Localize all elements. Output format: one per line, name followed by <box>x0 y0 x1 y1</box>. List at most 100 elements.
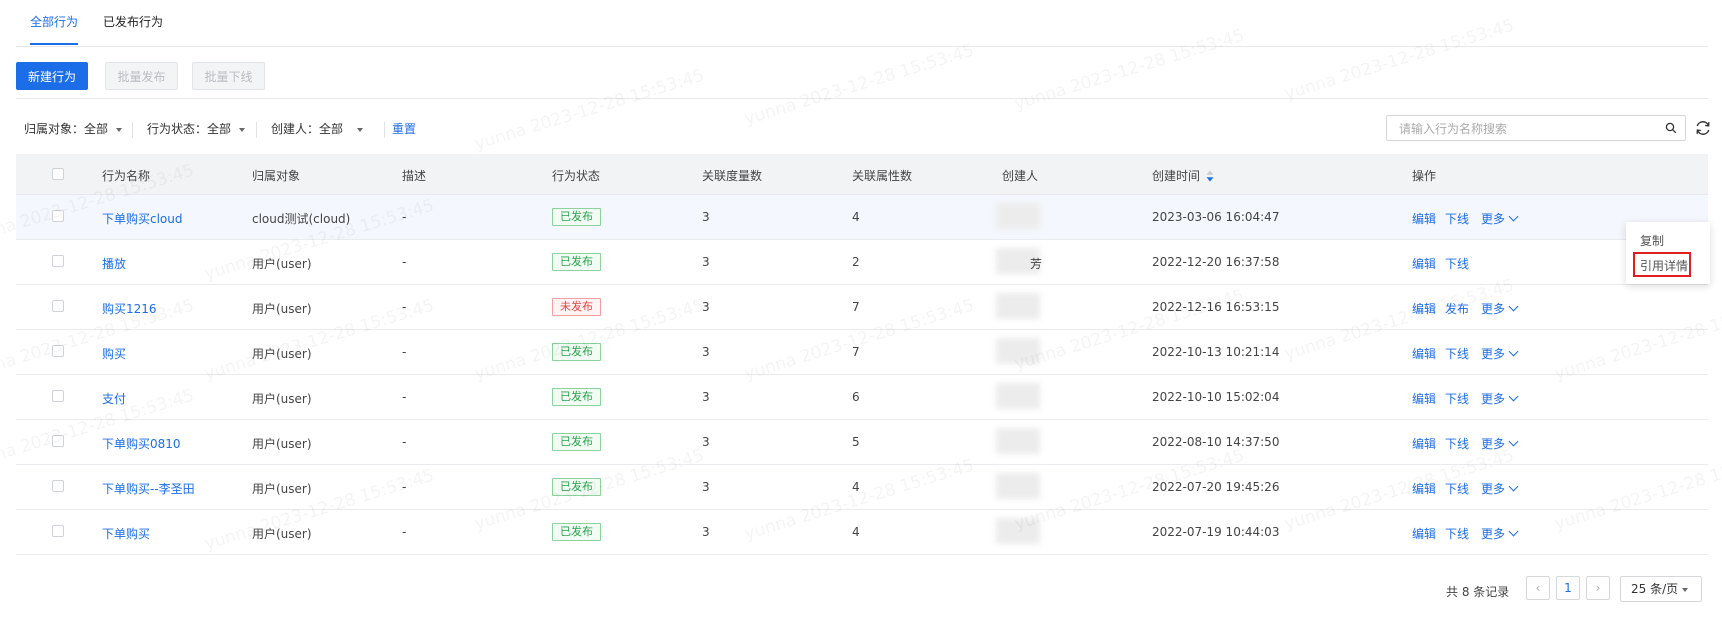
behavior-name-link[interactable]: 下单购买 <box>102 525 150 542</box>
table-row[interactable]: 下单购买cloud cloud测试(cloud) - 已发布 3 4 2023-03-06 … <box>16 195 1708 240</box>
offline-action[interactable]: 下线 <box>1445 480 1469 497</box>
search-icon[interactable] <box>1665 122 1677 134</box>
page-size-select[interactable]: 25 条/页 <box>1620 576 1702 602</box>
page-button-current[interactable]: 1 <box>1556 576 1580 600</box>
batch-publish-button[interactable]: 批量发布 <box>105 62 178 90</box>
select-all-checkbox[interactable] <box>52 168 64 180</box>
table-body: 下单购买cloud cloud测试(cloud) - 已发布 3 4 2023-03-06 … <box>16 195 1708 555</box>
status-filter[interactable]: 行为状态：全部 <box>147 120 246 137</box>
edit-action[interactable]: 编辑 <box>1412 525 1436 542</box>
row-checkbox[interactable] <box>52 210 64 222</box>
offline-action[interactable]: 下线 <box>1445 210 1469 227</box>
more-actions-label: 更多 <box>1481 392 1506 406</box>
edit-action[interactable]: 编辑 <box>1412 255 1436 272</box>
chevron-down-icon <box>1508 346 1519 357</box>
row-checkbox[interactable] <box>52 480 64 492</box>
more-actions-menu: 复制 引用详情 <box>1626 222 1710 284</box>
tab-all-behaviors[interactable]: 全部行为 <box>30 13 78 30</box>
owner-cell: 用户(user) <box>252 302 312 316</box>
table-row[interactable]: 购买1216 用户(user) - 未发布 3 7 2022-12-16 16:53:15 编… <box>16 285 1708 330</box>
description-cell: - <box>402 480 407 494</box>
attributes-count-cell: 2 <box>852 255 860 269</box>
sort-icon[interactable] <box>1206 170 1214 182</box>
edit-action[interactable]: 编辑 <box>1412 300 1436 317</box>
create-behavior-button[interactable]: 新建行为 <box>16 62 88 90</box>
offline-action[interactable]: 下线 <box>1445 255 1469 272</box>
more-actions-button[interactable]: 更多 <box>1481 300 1519 317</box>
owner-filter[interactable]: 归属对象：全部 <box>24 120 123 137</box>
creator-filter-label: 创建人：全部 <box>271 122 344 136</box>
behavior-name-link[interactable]: 播放 <box>102 255 126 272</box>
table-row[interactable]: 支付 用户(user) - 已发布 3 6 2022-10-10 15:02:04 编辑 下线更… <box>16 375 1708 420</box>
edit-action[interactable]: 编辑 <box>1412 390 1436 407</box>
tab-published-behaviors[interactable]: 已发布行为 <box>103 13 163 30</box>
redacted-creator <box>996 338 1040 364</box>
table-row[interactable]: 播放 用户(user) - 已发布 3 2 芳 2022-12-20 16:37:58 编辑 下线 <box>16 240 1708 285</box>
behavior-table: 行为名称 归属对象 描述 行为状态 关联度量数 关联属性数 创建人 创建时间 操… <box>16 154 1708 555</box>
header-name: 行为名称 <box>102 169 151 183</box>
table-row[interactable]: 下单购买--李圣田 用户(user) - 已发布 3 4 2022-07-20 19:45:… <box>16 465 1708 510</box>
header-created-time-label: 创建时间 <box>1152 169 1201 183</box>
offline-action[interactable]: 下线 <box>1445 525 1469 542</box>
caret-down-icon <box>357 127 364 132</box>
row-checkbox[interactable] <box>52 255 64 267</box>
creator-filter[interactable]: 创建人：全部 <box>271 120 364 137</box>
table-row[interactable]: 购买 用户(user) - 已发布 3 7 2022-10-13 10:21:14 编辑 下线更… <box>16 330 1708 375</box>
metrics-count-cell: 3 <box>702 435 710 449</box>
owner-cell: 用户(user) <box>252 257 312 271</box>
header-created-time[interactable]: 创建时间 <box>1152 167 1214 184</box>
header-status: 行为状态 <box>552 169 601 183</box>
more-actions-button[interactable]: 更多 <box>1481 435 1519 452</box>
prev-page-button[interactable]: ‹ <box>1526 576 1550 600</box>
menu-item-copy[interactable]: 复制 <box>1640 232 1664 249</box>
chevron-down-icon <box>1508 391 1519 402</box>
refresh-icon[interactable] <box>1694 119 1712 137</box>
edit-action[interactable]: 编辑 <box>1412 435 1436 452</box>
metrics-count-cell: 3 <box>702 210 710 224</box>
attributes-count-cell: 4 <box>852 210 860 224</box>
description-cell: - <box>402 390 407 404</box>
behavior-name-link[interactable]: 购买1216 <box>102 300 157 317</box>
redacted-creator <box>996 203 1040 229</box>
offline-action[interactable]: 下线 <box>1445 345 1469 362</box>
row-checkbox[interactable] <box>52 300 64 312</box>
more-actions-button[interactable]: 更多 <box>1481 480 1519 497</box>
publish-action[interactable]: 发布 <box>1445 300 1469 317</box>
more-actions-label: 更多 <box>1481 437 1506 451</box>
more-actions-button[interactable]: 更多 <box>1481 210 1519 227</box>
behavior-name-link[interactable]: 下单购买0810 <box>102 435 181 452</box>
menu-item-reference-detail[interactable]: 引用详情 <box>1640 257 1688 274</box>
row-checkbox[interactable] <box>52 525 64 537</box>
behavior-name-link[interactable]: 下单购买cloud <box>102 210 183 227</box>
header-operations: 操作 <box>1412 169 1437 183</box>
row-checkbox[interactable] <box>52 345 64 357</box>
table-row[interactable]: 下单购买 用户(user) - 已发布 3 4 2022-07-19 10:44:03 编辑下… <box>16 510 1708 555</box>
behavior-name-link[interactable]: 下单购买--李圣田 <box>102 480 195 497</box>
edit-action[interactable]: 编辑 <box>1412 210 1436 227</box>
next-page-button[interactable]: › <box>1586 576 1610 600</box>
more-actions-button[interactable]: 更多 <box>1481 345 1519 362</box>
row-checkbox[interactable] <box>52 435 64 447</box>
owner-cell: 用户(user) <box>252 347 312 361</box>
created-time-cell: 2022-10-13 10:21:14 <box>1152 345 1280 359</box>
chevron-down-icon <box>1508 436 1519 447</box>
edit-action[interactable]: 编辑 <box>1412 345 1436 362</box>
status-badge: 已发布 <box>552 208 601 226</box>
behavior-name-link[interactable]: 购买 <box>102 345 126 362</box>
reset-link[interactable]: 重置 <box>392 120 416 137</box>
behavior-name-link[interactable]: 支付 <box>102 390 126 407</box>
more-actions-button[interactable]: 更多 <box>1481 525 1519 542</box>
more-actions-label: 更多 <box>1481 527 1506 541</box>
batch-offline-button[interactable]: 批量下线 <box>192 62 265 90</box>
description-cell: - <box>402 255 407 269</box>
offline-action[interactable]: 下线 <box>1445 390 1469 407</box>
offline-action[interactable]: 下线 <box>1445 435 1469 452</box>
owner-cell: 用户(user) <box>252 482 312 496</box>
edit-action[interactable]: 编辑 <box>1412 480 1436 497</box>
row-checkbox[interactable] <box>52 390 64 402</box>
metrics-count-cell: 3 <box>702 480 710 494</box>
table-row[interactable]: 下单购买0810 用户(user) - 已发布 3 5 2022-08-10 14:37:5… <box>16 420 1708 465</box>
search-input[interactable] <box>1397 120 1651 138</box>
status-badge: 已发布 <box>552 253 601 271</box>
more-actions-button[interactable]: 更多 <box>1481 390 1519 407</box>
